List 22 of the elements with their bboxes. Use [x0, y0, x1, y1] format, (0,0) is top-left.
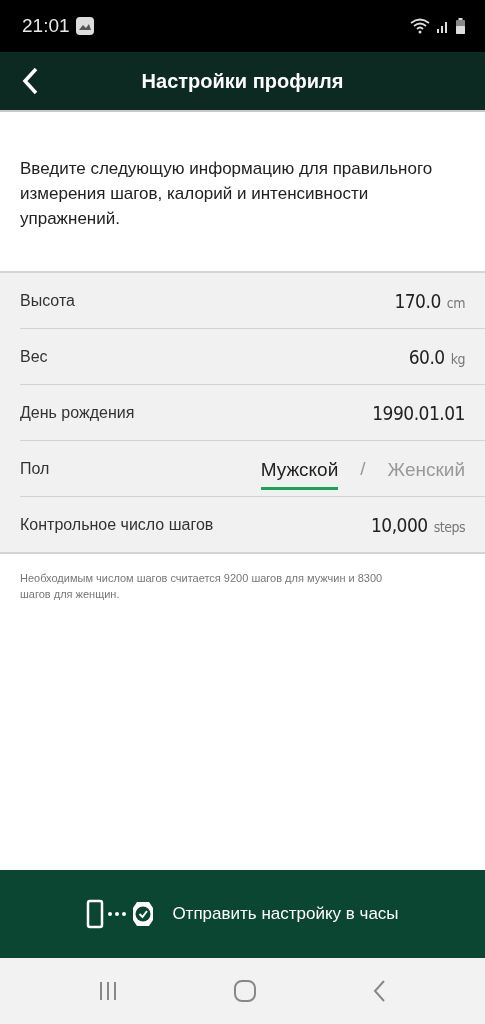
setting-label: День рождения	[20, 403, 135, 422]
separator-text: /	[360, 457, 366, 480]
status-time: 21:01	[22, 15, 70, 37]
setting-label: Контрольное число шагов	[20, 515, 214, 534]
wifi-icon	[410, 18, 430, 34]
setting-label: Вес	[20, 347, 48, 366]
setting-value[interactable]: 60.0 kg	[408, 345, 465, 368]
setting-label: Высота	[20, 291, 75, 310]
battery-icon	[456, 18, 465, 34]
setting-value[interactable]: 10,000 steps	[370, 513, 465, 536]
signal-icon	[436, 19, 450, 33]
gender-option[interactable]: Мужской	[260, 455, 339, 490]
home-icon	[233, 979, 258, 1003]
notification-icon	[75, 17, 94, 35]
setting-label: Пол	[20, 459, 50, 478]
window-title: Настройки профиля	[141, 69, 344, 93]
send-button[interactable]: Отправить настройку в часы	[0, 870, 485, 958]
back-icon	[21, 66, 39, 96]
note-text: Необходимым числом шагов считается 9200 шагов для мужчин и 8300 шагов для женщин.	[19, 571, 384, 602]
back-icon	[371, 979, 388, 1003]
setting-value[interactable]: 170.0 cm	[394, 289, 465, 312]
setting-value[interactable]: 1990.01.01	[372, 401, 465, 424]
